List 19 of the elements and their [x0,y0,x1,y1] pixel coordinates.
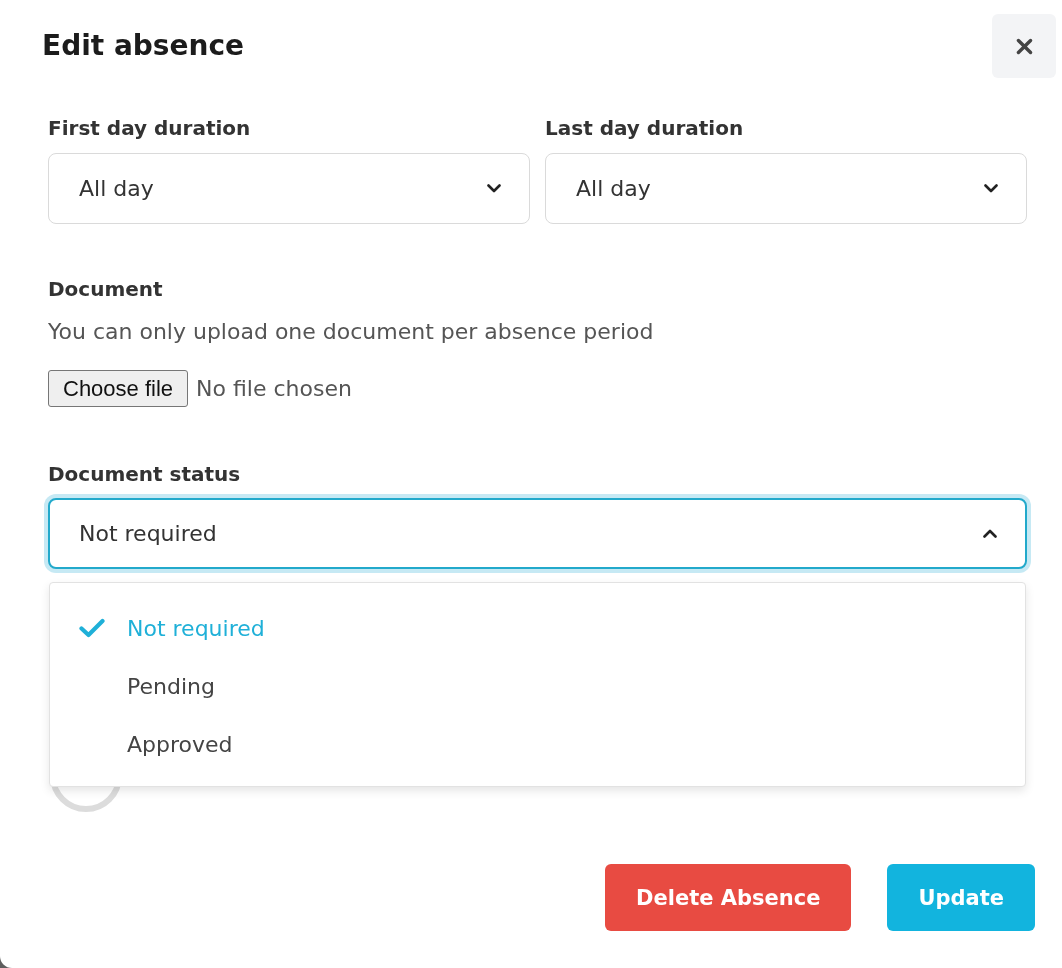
duration-select[interactable]: All day [48,153,530,224]
chevron-down-icon [984,184,998,193]
file-status-text: No file chosen [196,376,352,401]
choose-file-button[interactable]: Choose file [48,370,189,407]
field-label: Last day duration [545,115,745,142]
delete-button[interactable]: Delete Absence [605,864,852,931]
section-label: Document [48,276,164,303]
dropdown-option[interactable]: Approved [50,715,1025,773]
helper-text: You can only upload one document per absence period [48,318,655,346]
dropdown-option[interactable]: Pending [50,657,1025,715]
chevron-down-icon [487,184,501,193]
field-label: Document status [48,461,242,488]
close-button[interactable] [992,14,1056,78]
duration-select[interactable]: All day [545,153,1027,224]
check-icon [79,618,105,638]
close-icon [1015,37,1033,55]
chevron-up-icon [983,529,997,538]
dialog-title: Edit absence [42,29,244,63]
field-label: First day duration [48,115,252,142]
